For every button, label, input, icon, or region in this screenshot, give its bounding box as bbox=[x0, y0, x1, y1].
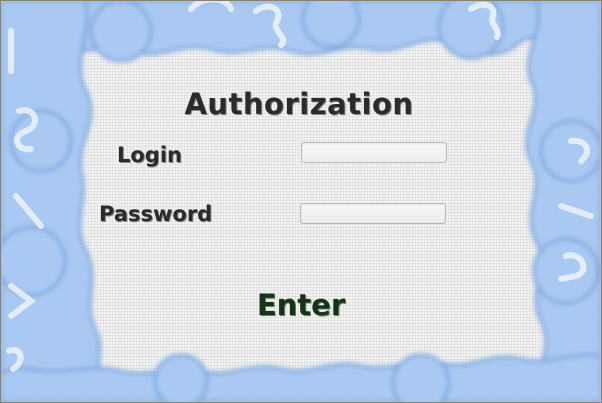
password-input[interactable] bbox=[300, 203, 446, 224]
enter-button[interactable]: Enter bbox=[231, 285, 371, 325]
page-title: Authorization bbox=[184, 87, 414, 121]
login-window: Authorization Login Password Enter bbox=[0, 0, 602, 403]
password-label: Password bbox=[99, 202, 213, 226]
login-input[interactable] bbox=[301, 142, 447, 163]
puzzle-border-decoration bbox=[1, 1, 601, 402]
login-label: Login bbox=[117, 143, 182, 167]
